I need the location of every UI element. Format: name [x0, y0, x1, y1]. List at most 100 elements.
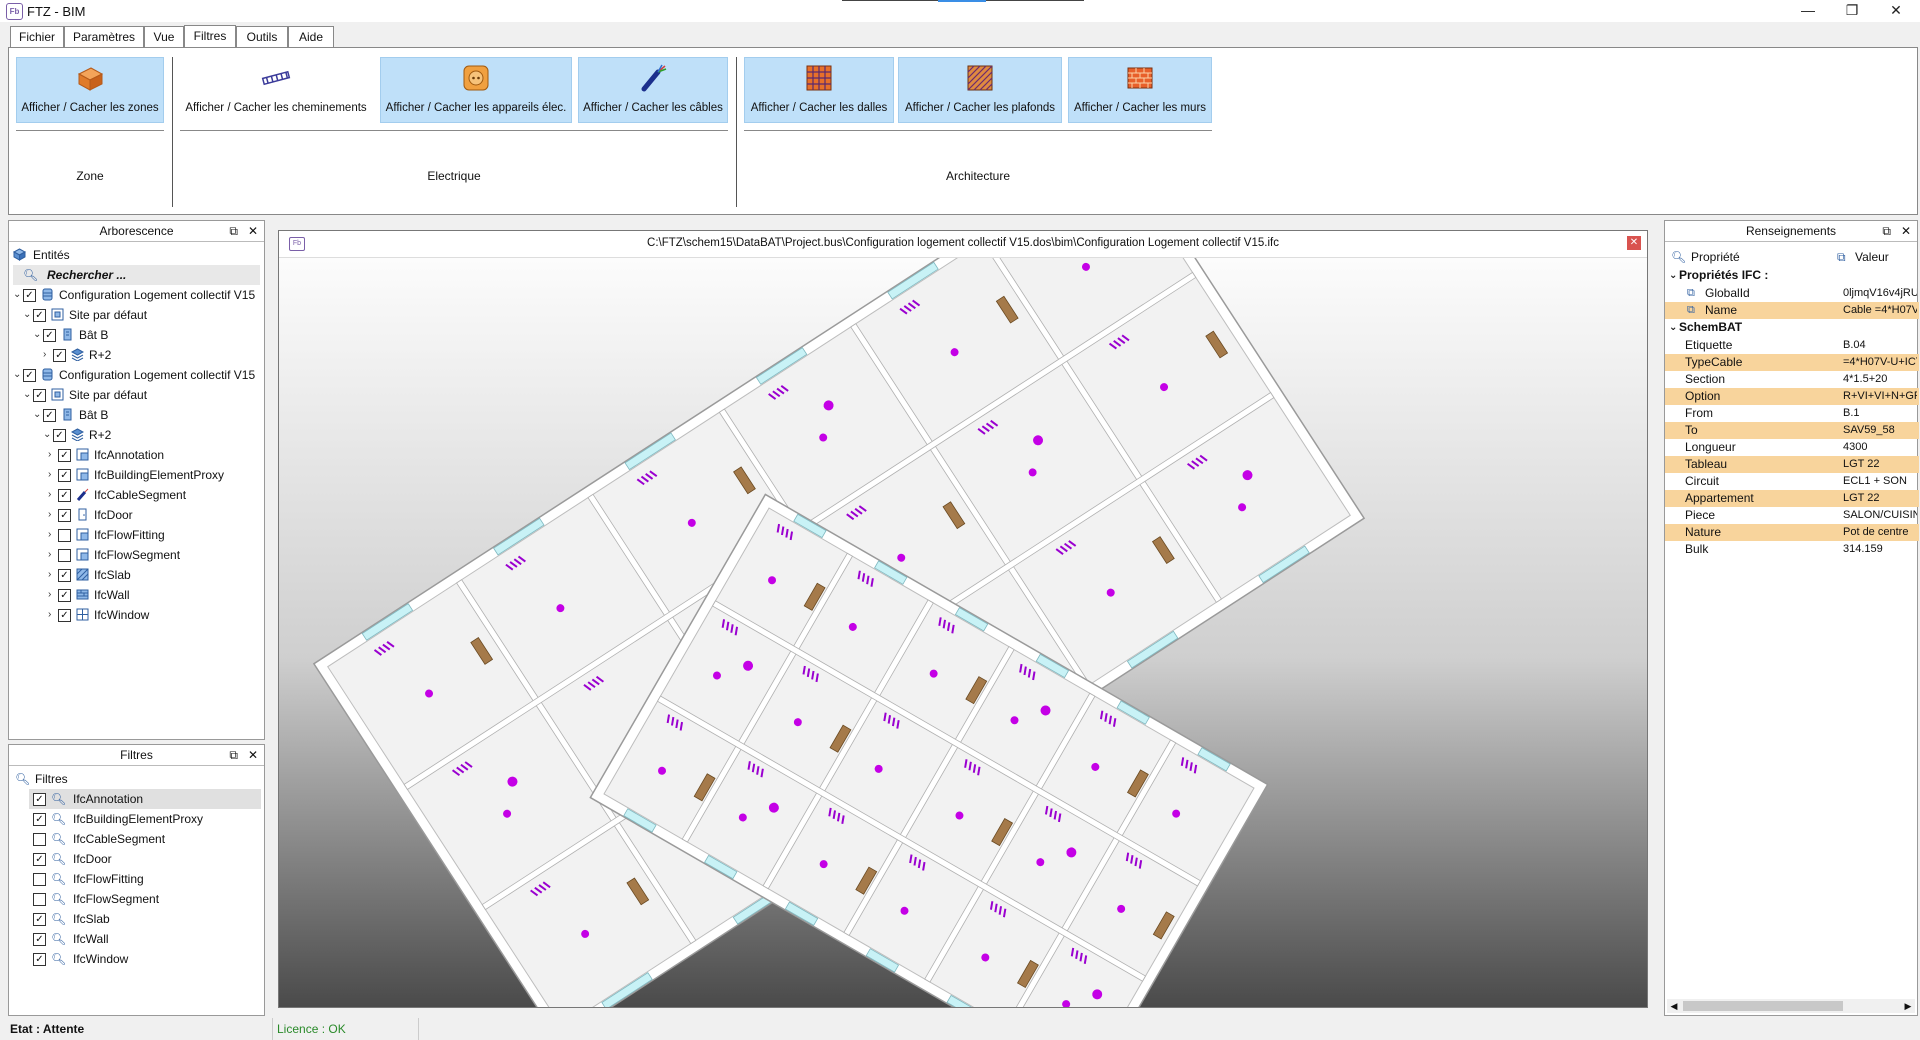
- tree-item-checkbox[interactable]: ✓: [53, 429, 66, 442]
- property-row[interactable]: Piece SALON/CUISINE: [1665, 507, 1919, 524]
- collapse-icon[interactable]: ⌄: [23, 385, 31, 405]
- expand-icon[interactable]: ›: [48, 485, 51, 505]
- scrollbar-thumb[interactable]: [1683, 1001, 1843, 1011]
- close-icon[interactable]: ✕: [248, 221, 258, 241]
- tree-item-checkbox[interactable]: ✓: [23, 369, 36, 382]
- undock-icon[interactable]: ⧉: [1882, 221, 1891, 241]
- collapse-icon[interactable]: ⌄: [23, 305, 31, 325]
- toggle-cheminements-button[interactable]: Afficher / Cacher les cheminements: [180, 57, 372, 123]
- property-row[interactable]: To SAV59_58: [1665, 422, 1919, 439]
- filter-checkbox[interactable]: ✓: [33, 933, 46, 946]
- filter-item[interactable]: 🔍︎ IfcFlowFitting: [29, 869, 261, 889]
- minimize-button[interactable]: —: [1788, 0, 1828, 22]
- expand-icon[interactable]: ›: [48, 445, 51, 465]
- filter-checkbox[interactable]: ✓: [33, 913, 46, 926]
- expand-icon[interactable]: ›: [48, 525, 51, 545]
- toggle-plafonds-button[interactable]: Afficher / Cacher les plafonds: [898, 57, 1062, 123]
- tree-item-checkbox[interactable]: ✓: [58, 509, 71, 522]
- tab-vue[interactable]: Vue: [144, 26, 184, 47]
- collapse-icon[interactable]: ⌄: [33, 325, 41, 345]
- filter-item[interactable]: ✓ 🔍︎ IfcDoor: [29, 849, 261, 869]
- expand-icon[interactable]: ›: [48, 465, 51, 485]
- tree-item-checkbox[interactable]: ✓: [58, 449, 71, 462]
- collapse-icon[interactable]: ⌄: [43, 425, 51, 445]
- property-section-header[interactable]: ⌄ Propriétés IFC :: [1665, 267, 1919, 284]
- scroll-right-icon[interactable]: ▶: [1901, 999, 1915, 1013]
- expand-icon[interactable]: ›: [48, 605, 51, 625]
- close-icon[interactable]: ✕: [248, 745, 258, 765]
- tab-aide[interactable]: Aide: [288, 26, 334, 47]
- tree-item-checkbox[interactable]: ✓: [58, 489, 71, 502]
- maximize-button[interactable]: ❐: [1832, 0, 1872, 22]
- tree-item-checkbox[interactable]: ✓: [53, 349, 66, 362]
- property-row[interactable]: From B.1: [1665, 405, 1919, 422]
- tree-item-checkbox[interactable]: ✓: [43, 329, 56, 342]
- undock-icon[interactable]: ⧉: [229, 221, 238, 241]
- horizontal-scrollbar[interactable]: ◀ ▶: [1667, 999, 1915, 1013]
- tree-item-checkbox[interactable]: ✓: [58, 469, 71, 482]
- property-row[interactable]: ⧉ GlobalId 0ljmqV16v4jRU: [1665, 285, 1919, 302]
- filter-checkbox[interactable]: ✓: [33, 793, 46, 806]
- property-row[interactable]: Tableau LGT 22: [1665, 456, 1919, 473]
- tab-filtres[interactable]: Filtres: [184, 25, 236, 48]
- filter-item[interactable]: 🔍︎ IfcFlowSegment: [29, 889, 261, 909]
- filter-item[interactable]: ✓ 🔍︎ IfcBuildingElementProxy: [29, 809, 261, 829]
- scroll-left-icon[interactable]: ◀: [1667, 999, 1681, 1013]
- close-window-button[interactable]: ✕: [1876, 0, 1916, 22]
- tree-item-checkbox[interactable]: ✓: [33, 389, 46, 402]
- property-row[interactable]: Longueur 4300: [1665, 439, 1919, 456]
- property-row[interactable]: ⧉ Name Cable =4*H07V: [1665, 302, 1919, 319]
- undock-icon[interactable]: ⧉: [229, 745, 238, 765]
- toggle-murs-button[interactable]: Afficher / Cacher les murs: [1068, 57, 1212, 123]
- toggle-appareils-button[interactable]: Afficher / Cacher les appareils élec.: [380, 57, 572, 123]
- collapse-icon[interactable]: ⌄: [13, 365, 21, 385]
- close-icon[interactable]: ✕: [1901, 221, 1911, 241]
- expand-icon[interactable]: ›: [48, 545, 51, 565]
- filter-item[interactable]: 🔍︎ IfcCableSegment: [29, 829, 261, 849]
- tree-item-checkbox[interactable]: [58, 549, 71, 562]
- tree-item-checkbox[interactable]: ✓: [58, 589, 71, 602]
- property-row[interactable]: Circuit ECL1 + SON: [1665, 473, 1919, 490]
- filter-checkbox[interactable]: [33, 873, 46, 886]
- tab-outils[interactable]: Outils: [236, 26, 288, 47]
- expand-icon[interactable]: ›: [48, 505, 51, 525]
- expand-icon[interactable]: ›: [48, 585, 51, 605]
- filter-item[interactable]: ✓ 🔍︎ IfcWall: [29, 929, 261, 949]
- filter-item[interactable]: ✓ 🔍︎ IfcSlab: [29, 909, 261, 929]
- tree-item-checkbox[interactable]: ✓: [33, 309, 46, 322]
- property-row[interactable]: Bulk 314.159: [1665, 541, 1919, 558]
- toggle-zones-button[interactable]: Afficher / Cacher les zones: [16, 57, 164, 123]
- property-row[interactable]: Option R+VI+VI+N+GF: [1665, 388, 1919, 405]
- filter-item[interactable]: ✓ 🔍︎ IfcAnnotation: [29, 789, 261, 809]
- tree-search[interactable]: 🔍︎ Rechercher ...: [13, 265, 260, 285]
- filter-item[interactable]: ✓ 🔍︎ IfcWindow: [29, 949, 261, 969]
- 3d-viewport[interactable]: [278, 230, 1648, 1008]
- filter-checkbox[interactable]: [33, 893, 46, 906]
- toggle-dalles-button[interactable]: Afficher / Cacher les dalles: [744, 57, 894, 123]
- tree-item-checkbox[interactable]: ✓: [43, 409, 56, 422]
- collapse-icon[interactable]: ⌄: [1669, 319, 1677, 336]
- filter-checkbox[interactable]: ✓: [33, 953, 46, 966]
- expand-icon[interactable]: ›: [43, 345, 46, 365]
- building-3d-model[interactable]: [279, 231, 1647, 1007]
- collapse-icon[interactable]: ⌄: [13, 285, 21, 305]
- collapse-icon[interactable]: ⌄: [1669, 267, 1677, 284]
- property-row[interactable]: TypeCable =4*H07V-U+ICT: [1665, 354, 1919, 371]
- tree-item-checkbox[interactable]: [58, 529, 71, 542]
- tree-item-checkbox[interactable]: ✓: [58, 569, 71, 582]
- property-row[interactable]: Nature Pot de centre: [1665, 524, 1919, 541]
- collapse-icon[interactable]: ⌄: [33, 405, 41, 425]
- tab-fichier[interactable]: Fichier: [10, 26, 64, 47]
- toggle-cables-button[interactable]: Afficher / Cacher les câbles: [578, 57, 728, 123]
- tab-parametres[interactable]: Paramètres: [64, 26, 144, 47]
- property-row[interactable]: Section 4*1.5+20: [1665, 371, 1919, 388]
- property-section-header[interactable]: ⌄ SchemBAT: [1665, 319, 1919, 336]
- property-row[interactable]: Etiquette B.04: [1665, 337, 1919, 354]
- property-row[interactable]: Appartement LGT 22: [1665, 490, 1919, 507]
- tree-search-input[interactable]: Rechercher ...: [47, 265, 126, 285]
- expand-icon[interactable]: ›: [48, 565, 51, 585]
- filter-checkbox[interactable]: [33, 833, 46, 846]
- tree-item-checkbox[interactable]: ✓: [23, 289, 36, 302]
- close-document-button[interactable]: ✕: [1627, 236, 1641, 250]
- filter-checkbox[interactable]: ✓: [33, 853, 46, 866]
